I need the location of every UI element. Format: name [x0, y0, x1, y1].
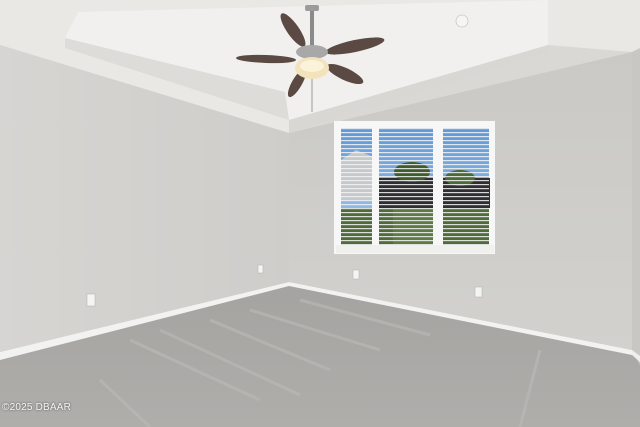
empty-room-photo: ©2025 DBAAR: [0, 0, 640, 427]
outlet-left-corner: [257, 264, 264, 274]
window-sill: [336, 245, 494, 253]
outlet-back-left: [352, 269, 360, 280]
window-mullion: [372, 128, 379, 245]
window: [334, 121, 495, 254]
fan-motor: [296, 45, 328, 59]
outlet-left: [86, 293, 96, 307]
window-mullion: [433, 128, 443, 245]
room-illustration: [0, 0, 640, 427]
smoke-detector: [455, 14, 469, 28]
right-wall: [632, 48, 640, 365]
fan-downrod: [310, 6, 314, 46]
outlet-back-right: [474, 286, 483, 298]
window-blinds: [341, 128, 489, 245]
photo-watermark: ©2025 DBAAR: [2, 402, 72, 413]
